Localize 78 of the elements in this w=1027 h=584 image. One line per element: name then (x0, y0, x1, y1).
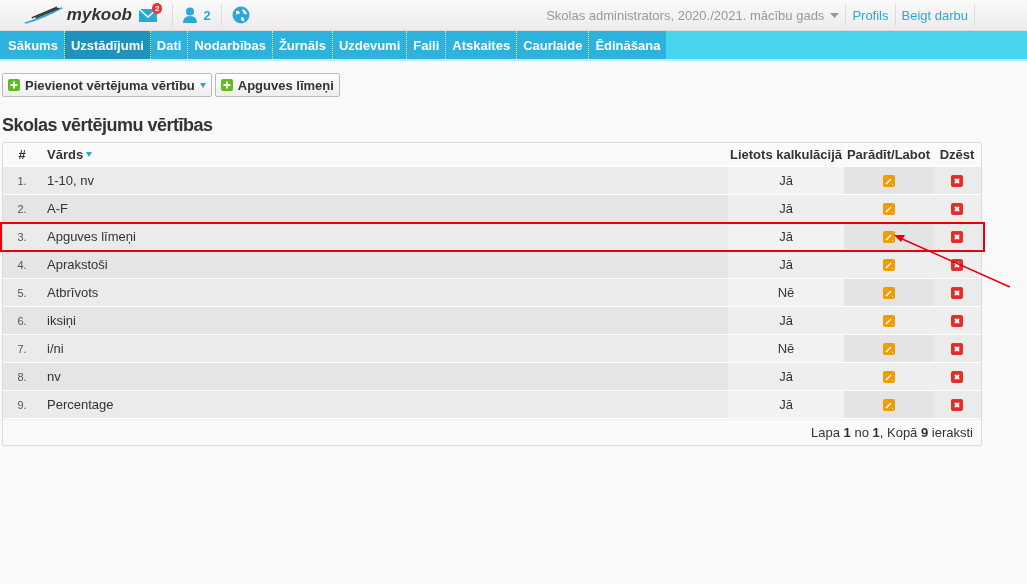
delete-icon[interactable] (951, 342, 963, 355)
page-title: Skolas vērtējumu vērtības (2, 115, 214, 136)
edit-icon[interactable] (882, 174, 895, 187)
header-link[interactable]: Profils (845, 4, 895, 26)
plus-icon (8, 79, 20, 91)
caret-icon (199, 82, 206, 88)
table-cell: 1-10, nv (41, 167, 728, 194)
column-header: # (17, 146, 27, 164)
edit-icon[interactable] (882, 230, 895, 243)
globe-icon[interactable] (231, 6, 250, 24)
edit-icon[interactable] (882, 370, 895, 383)
plus-icon (220, 79, 233, 91)
nav-tab[interactable]: Žurnāls (272, 31, 333, 59)
table-cell: Jā (728, 363, 844, 390)
table-cell: A-F (41, 195, 728, 222)
delete-icon[interactable] (951, 174, 963, 187)
table-cell: Jā (728, 223, 844, 250)
column-header: Dzēst (938, 146, 976, 164)
table-cell: nv (41, 363, 728, 390)
edit-icon[interactable] (882, 286, 895, 299)
table-cell: Jā (728, 167, 844, 194)
message-count-badge: 2 (152, 2, 163, 14)
header-link[interactable]: Beigt darbu (894, 4, 974, 26)
table-cell: i/ni (41, 335, 728, 362)
nav-tab[interactable]: Uzstādījumi (64, 31, 151, 59)
edit-icon[interactable] (882, 314, 895, 327)
row-number: 7. (3, 335, 41, 362)
nav-tab[interactable]: Dati (150, 31, 189, 59)
nav-tab[interactable]: Caurlaide (517, 31, 590, 59)
table-cell: iksiņi (41, 307, 728, 334)
delete-icon[interactable] (951, 230, 963, 243)
logo: mykoob (22, 5, 132, 25)
row-number: 1. (3, 167, 41, 194)
nav-tab[interactable]: Sākums (2, 31, 65, 59)
table-cell: Jā (728, 195, 844, 222)
table-cell: Jā (728, 251, 844, 278)
row-number: 3. (3, 223, 41, 250)
edit-icon[interactable] (882, 398, 895, 411)
toolbar-button[interactable]: Apguves līmeņi (214, 73, 340, 97)
logo-swoosh-icon (22, 5, 65, 25)
users-count: 2 (203, 7, 211, 23)
table-cell: Apguves līmeņi (41, 223, 728, 250)
row-number: 6. (3, 307, 41, 334)
nav-tab[interactable]: Faili (407, 31, 447, 59)
row-number: 4. (3, 251, 41, 278)
mail-icon[interactable] (138, 7, 158, 23)
toolbar-button[interactable]: Pievienot vērtējuma vērtību (2, 73, 212, 97)
delete-icon[interactable] (951, 314, 963, 327)
table-cell: Atbrīvots (41, 279, 728, 306)
edit-icon[interactable] (882, 202, 895, 215)
nav-tab[interactable]: Uzdevumi (332, 31, 408, 59)
sort-icon[interactable] (86, 152, 93, 157)
column-header[interactable]: Vārds (47, 147, 84, 162)
table-cell: Jā (728, 391, 844, 418)
table-cell: Percentage (41, 391, 728, 418)
pagination-info: Lapa 1 no 1, Kopā 9 ieraksti (811, 425, 973, 440)
row-number: 2. (3, 195, 41, 222)
row-number: 9. (3, 391, 41, 418)
column-header: Parādīt/Labot (845, 146, 932, 164)
role-selector[interactable]: Skolas administrators, 2020./2021. mācību gads (546, 7, 846, 23)
caret-icon (830, 12, 840, 18)
delete-icon[interactable] (951, 398, 963, 411)
row-number: 8. (3, 363, 41, 390)
user-icon[interactable] (183, 7, 198, 23)
delete-icon[interactable] (951, 370, 963, 383)
table-cell: Aprakstoši (41, 251, 728, 278)
nav-tab[interactable]: Ēdināšana (589, 31, 667, 59)
nav-tab[interactable]: Atskaites (446, 31, 518, 59)
column-header: Lietots kalkulācijā (729, 146, 843, 164)
row-number: 5. (3, 279, 41, 306)
edit-icon[interactable] (882, 258, 895, 271)
delete-icon[interactable] (951, 286, 963, 299)
delete-icon[interactable] (951, 202, 963, 215)
table-cell: Jā (728, 307, 844, 334)
edit-icon[interactable] (882, 342, 895, 355)
nav-tab[interactable]: Nodarbības (188, 31, 273, 59)
table-cell: Nē (728, 279, 844, 306)
table-cell: Nē (728, 335, 844, 362)
